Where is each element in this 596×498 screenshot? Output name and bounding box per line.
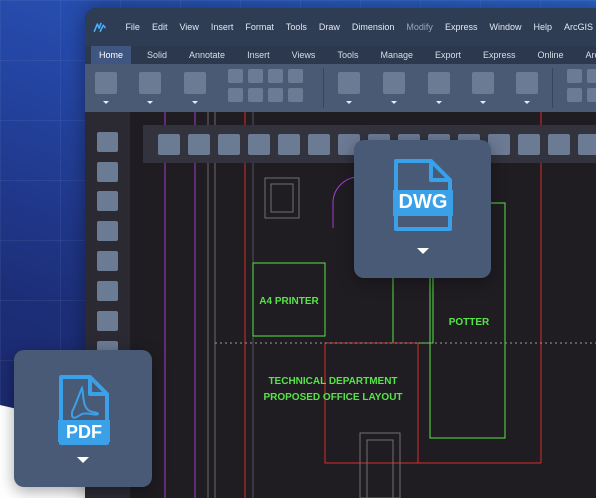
pdf-label: PDF bbox=[66, 422, 102, 442]
toolbar-button[interactable] bbox=[158, 134, 180, 155]
label-potter: POTTER bbox=[449, 317, 490, 328]
toolbar-button[interactable] bbox=[488, 134, 510, 155]
cad-app-window: File Edit View Insert Format Tools Draw … bbox=[85, 8, 596, 498]
pdf-export-card[interactable]: PDF bbox=[14, 350, 152, 487]
toolbar-button[interactable] bbox=[218, 134, 240, 155]
label-technical-department: TECHNICAL DEPARTMENT bbox=[268, 376, 397, 387]
toolbar-button[interactable] bbox=[548, 134, 570, 155]
toolbar-button[interactable] bbox=[248, 134, 270, 155]
toolbar-button[interactable] bbox=[278, 134, 300, 155]
toolbar-button[interactable] bbox=[188, 134, 210, 155]
pdf-dropdown-arrow-icon[interactable] bbox=[77, 457, 89, 463]
label-a4-printer: A4 PRINTER bbox=[259, 296, 319, 307]
toolbar-button[interactable] bbox=[308, 134, 330, 155]
dwg-dropdown-arrow-icon[interactable] bbox=[417, 248, 429, 254]
dwg-label: DWG bbox=[398, 191, 448, 213]
dwg-export-card[interactable]: DWG bbox=[354, 140, 491, 278]
drawing-canvas[interactable]: A4 PRINTER POTTER TECHNICAL DEPARTMENT P… bbox=[85, 8, 596, 498]
label-proposed-office-layout: PROPOSED OFFICE LAYOUT bbox=[263, 392, 402, 403]
toolbar-button[interactable] bbox=[578, 134, 596, 155]
toolbar-button[interactable] bbox=[518, 134, 540, 155]
